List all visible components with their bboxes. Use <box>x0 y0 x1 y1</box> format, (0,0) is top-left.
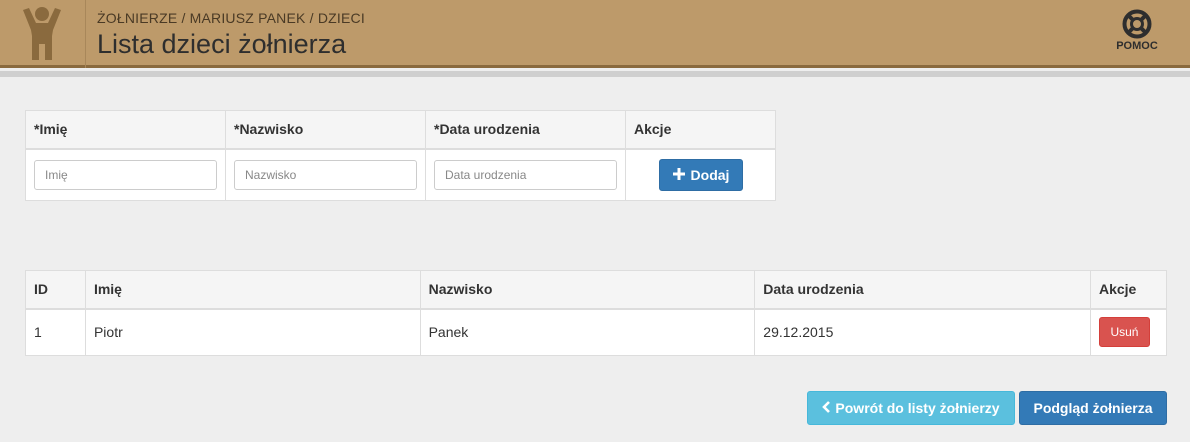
cell-actions: Usuń <box>1089 308 1168 356</box>
first-name-input[interactable] <box>34 159 217 190</box>
add-button-label: Dodaj <box>690 166 730 183</box>
form-header-birth-date: *Data urodzenia <box>425 110 626 150</box>
help-button[interactable]: POMOC <box>1112 9 1162 52</box>
plus-icon <box>672 167 685 183</box>
cell-last-name: Panek <box>419 308 756 356</box>
chevron-left-icon <box>822 400 831 416</box>
add-child-form: *Imię *Nazwisko *Data urodzenia Akcje Im… <box>25 110 776 201</box>
cell-id: 1 <box>25 308 86 356</box>
form-header-last-name: *Nazwisko <box>225 110 426 150</box>
help-label: POMOC <box>1116 40 1158 52</box>
form-cell-birth-date <box>425 148 626 201</box>
table-row: 1 Piotr Panek 29.12.2015 Usuń <box>25 308 1168 356</box>
form-header-actions: Akcje <box>625 110 776 150</box>
back-button-label: Powrót do listy żołnierzy <box>835 400 1000 416</box>
form-cell-last-name <box>225 148 426 201</box>
delete-button[interactable]: Usuń <box>1098 317 1150 348</box>
header-divider <box>0 71 1190 77</box>
lifebuoy-icon <box>1112 9 1162 39</box>
breadcrumb[interactable]: ŻOŁNIERZE / MARIUSZ PANEK / DZIECI <box>97 10 365 26</box>
form-cell-first-name <box>25 148 226 201</box>
view-soldier-button[interactable]: Podgląd żołnierza <box>1019 391 1167 425</box>
cell-first-name: Piotr <box>84 308 421 356</box>
form-header-first-name: *Imię <box>25 110 226 150</box>
cell-birth-date: 29.12.2015 <box>754 308 1091 356</box>
column-header-birth-date: Data urodzenia <box>754 270 1091 310</box>
column-header-first-name: Imię <box>84 270 421 310</box>
last-name-input[interactable] <box>234 159 417 190</box>
column-header-last-name: Nazwisko <box>419 270 756 310</box>
children-table: ID Imię Nazwisko Data urodzenia Akcje 1 … <box>25 270 1168 356</box>
app-header: ŻOŁNIERZE / MARIUSZ PANEK / DZIECI Lista… <box>0 0 1190 68</box>
column-header-id: ID <box>25 270 86 310</box>
back-to-soldiers-button[interactable]: Powrót do listy żołnierzy <box>807 391 1015 425</box>
column-header-actions: Akcje <box>1089 270 1168 310</box>
form-cell-actions: Dodaj <box>625 148 776 201</box>
birth-date-input[interactable] <box>434 159 617 190</box>
add-button[interactable]: Dodaj <box>659 158 743 191</box>
logo <box>0 0 86 68</box>
page-title: Lista dzieci żołnierza <box>97 29 347 59</box>
